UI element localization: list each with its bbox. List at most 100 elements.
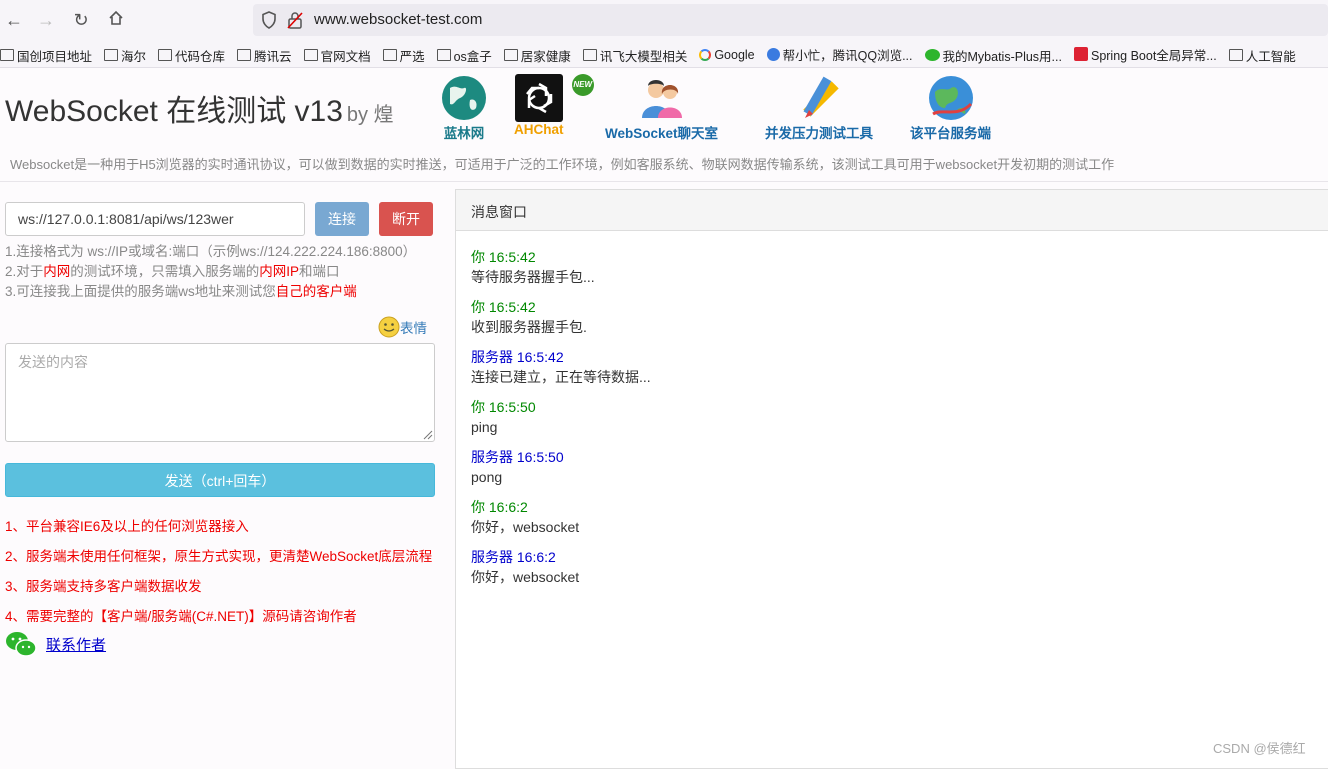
shield-icon[interactable] xyxy=(261,11,277,34)
people-icon xyxy=(638,74,686,122)
divider xyxy=(0,181,1328,182)
feature-notes: 1、平台兼容IE6及以上的任何浏览器接入 2、服务端未使用任何框架，原生方式实现… xyxy=(5,512,432,632)
bookmark-item[interactable]: 海尔 xyxy=(104,41,147,67)
bookmark-item[interactable]: 腾讯云 xyxy=(237,41,292,67)
forward-icon[interactable]: → xyxy=(34,8,58,32)
bookmark-label: 腾讯云 xyxy=(254,49,292,64)
message-sender: 你 16:5:42 xyxy=(471,299,536,315)
message-item: 你 16:6:2 你好，websocket xyxy=(471,497,1319,547)
bookmark-item[interactable]: 国创项目地址 xyxy=(0,41,93,67)
reload-icon[interactable]: ↻ xyxy=(69,8,93,32)
bookmark-label: 帮小忙，腾讯QQ浏览... xyxy=(782,49,913,63)
globe-icon xyxy=(440,74,488,122)
chatgpt-icon: NEW xyxy=(514,74,594,122)
folder-icon xyxy=(303,49,318,61)
connect-button[interactable]: 连接 xyxy=(315,202,369,236)
bookmark-label: 海尔 xyxy=(121,49,147,64)
bookmark-item[interactable]: Google xyxy=(699,41,755,67)
bookmark-item[interactable]: os盒子 xyxy=(436,41,492,67)
ws-url-input[interactable]: ws://127.0.0.1:8081/api/ws/123wer xyxy=(5,202,305,236)
message-text: pong xyxy=(471,469,503,485)
message-textarea[interactable]: 发送的内容 xyxy=(5,343,435,442)
message-list: 你 16:5:42 等待服务器握手包... 你 16:5:42 收到服务器握手包. … xyxy=(456,231,1328,613)
emoji-label: 表情 xyxy=(400,321,427,336)
message-item: 你 16:5:42 等待服务器握手包... xyxy=(471,247,1319,297)
page-description: Websocket是一种用于H5浏览器的实时通讯协议，可以做到数据的实时推送，可… xyxy=(10,157,1115,172)
nav-label: AHChat xyxy=(514,122,564,137)
note-item: 2、服务端未使用任何框架，原生方式实现，更清楚WebSocket底层流程 xyxy=(5,549,433,564)
folder-icon xyxy=(436,49,451,61)
bookmark-label: 人工智能 xyxy=(1245,49,1296,64)
folder-icon xyxy=(0,49,14,61)
bookmark-item[interactable]: 代码仓库 xyxy=(158,41,225,67)
message-item: 你 16:5:42 收到服务器握手包. xyxy=(471,297,1319,347)
nav-label: 蓝林网 xyxy=(443,126,485,141)
bookmark-label: 国创项目地址 xyxy=(17,49,93,64)
message-text: 收到服务器握手包. xyxy=(471,319,587,335)
contact-author-link[interactable]: 联系作者 xyxy=(46,634,106,655)
bookmark-item[interactable]: 严选 xyxy=(382,41,425,67)
pencil-ruler-icon xyxy=(795,74,843,122)
earth-icon xyxy=(927,74,975,122)
bookmark-item[interactable]: 居家健康 xyxy=(503,41,571,67)
home-icon[interactable] xyxy=(104,8,128,32)
contact-row: 联系作者 xyxy=(5,630,106,658)
message-text: 等待服务器握手包... xyxy=(471,269,595,285)
bookmark-label: 我的Mybatis-Plus用... xyxy=(942,49,1062,64)
tip-line: 3.可连接我上面提供的服务端ws地址来测试您自己的客户端 xyxy=(5,284,357,299)
send-button[interactable]: 发送（ctrl+回车） xyxy=(5,463,435,497)
nav-ahchat[interactable]: NEW AHChat xyxy=(514,74,594,137)
folder-icon xyxy=(503,49,518,61)
message-item: 服务器 16:5:42 连接已建立，正在等待数据... xyxy=(471,347,1319,397)
note-item: 1、平台兼容IE6及以上的任何浏览器接入 xyxy=(5,519,249,534)
message-window-title: 消息窗口 xyxy=(456,190,1328,231)
note-item: 3、服务端支持多客户端数据收发 xyxy=(5,579,202,594)
nav-lanlinwang[interactable]: 蓝林网 xyxy=(440,74,488,142)
message-item: 服务器 16:5:50 pong xyxy=(471,447,1319,497)
nav-label: 该平台服务端 xyxy=(910,126,991,141)
message-item: 你 16:5:50 ping xyxy=(471,397,1319,447)
address-bar[interactable]: www.websocket-test.com xyxy=(253,4,1328,36)
bookmark-item[interactable]: 讯飞大模型相关 xyxy=(582,41,688,67)
folder-icon xyxy=(382,49,397,61)
nav-server[interactable]: 该平台服务端 xyxy=(910,74,991,142)
back-icon[interactable]: ← xyxy=(2,8,26,32)
wechat-icon xyxy=(924,49,940,61)
bookmark-item[interactable]: 人工智能 xyxy=(1228,41,1296,67)
nav-chatroom[interactable]: WebSocket聊天室 xyxy=(605,74,718,142)
bookmark-label: 严选 xyxy=(399,49,425,64)
bookmarks-bar: 国创项目地址 海尔 代码仓库 腾讯云 官网文档 严选 os盒子 居家健康 讯飞大模型相关 Goog… xyxy=(0,40,1328,68)
folder-icon xyxy=(582,49,597,61)
message-sender: 服务器 16:5:50 xyxy=(471,449,564,465)
nav-stress-test[interactable]: 并发压力测试工具 xyxy=(765,74,873,142)
message-text: ping xyxy=(471,419,498,435)
page-title: WebSocket 在线测试 v13 by 煌 xyxy=(5,95,394,128)
bookmark-label: os盒子 xyxy=(453,49,492,64)
bookmark-item[interactable]: Spring Boot全局异常... xyxy=(1073,40,1217,67)
csdn-icon xyxy=(1073,47,1088,61)
message-sender: 你 16:5:42 xyxy=(471,249,536,265)
author-byline: by 煌 xyxy=(346,104,394,126)
watermark: CSDN @侯德红 xyxy=(1213,741,1306,756)
bookmark-item[interactable]: 我的Mybatis-Plus用... xyxy=(924,41,1062,67)
tip-line: 1.连接格式为 ws://IP或域名:端口（示例ws://124.222.224… xyxy=(5,244,417,259)
resize-handle-icon[interactable] xyxy=(421,428,433,440)
message-window: 消息窗口 你 16:5:42 等待服务器握手包... 你 16:5:42 收到服务器… xyxy=(455,189,1328,769)
bookmark-label: 讯飞大模型相关 xyxy=(599,49,688,64)
google-icon xyxy=(699,49,712,61)
bookmark-item[interactable]: 官网文档 xyxy=(303,41,371,67)
bookmark-label: Google xyxy=(714,48,755,62)
message-item: 服务器 16:6:2 你好，websocket xyxy=(471,547,1319,597)
emoji-button[interactable]: 表情 xyxy=(378,316,427,338)
disconnect-button[interactable]: 断开 xyxy=(379,202,433,236)
folder-icon xyxy=(1228,49,1243,61)
smiley-icon xyxy=(378,316,400,338)
wechat-icon xyxy=(6,632,37,657)
url-text: www.websocket-test.com xyxy=(314,11,483,28)
message-sender: 你 16:5:50 xyxy=(471,399,536,415)
bookmark-label: 居家健康 xyxy=(520,49,571,64)
bookmark-item[interactable]: 帮小忙，腾讯QQ浏览... xyxy=(766,41,913,68)
qq-browser-icon xyxy=(766,48,780,61)
folder-icon xyxy=(158,49,173,61)
insecure-lock-icon[interactable] xyxy=(287,11,303,34)
